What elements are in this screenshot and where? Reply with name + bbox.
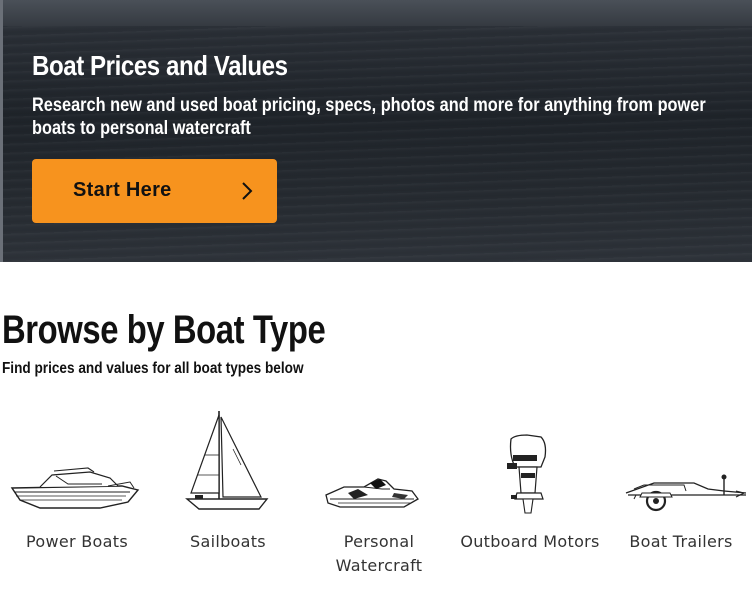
start-here-button[interactable]: Start Here <box>32 159 277 223</box>
power-boat-icon <box>10 467 140 509</box>
boat-type-label: Outboard Motors <box>460 532 600 551</box>
hero-edge-divider <box>0 0 3 262</box>
boat-type-label: Personal Watercraft <box>335 532 423 575</box>
boat-type-power-boats[interactable]: Power Boats <box>2 405 152 585</box>
sailboat-icon <box>185 411 269 510</box>
personal-watercraft-icon <box>325 478 419 508</box>
chevron-right-icon <box>242 182 253 200</box>
boat-type-sailboats[interactable]: Sailboats <box>153 405 303 585</box>
hero-subtitle: Research new and used boat pricing, spec… <box>32 95 706 139</box>
boat-type-personal-watercraft[interactable]: Personal Watercraft <box>304 405 454 585</box>
browse-subtitle: Find prices and values for all boat type… <box>2 360 304 377</box>
hero-background-strip <box>0 0 752 26</box>
boat-type-label: Boat Trailers <box>629 532 733 551</box>
start-here-label: Start Here <box>73 179 172 201</box>
outboard-motor-icon <box>507 434 547 514</box>
boat-type-boat-trailers[interactable]: Boat Trailers <box>606 405 752 585</box>
hero-banner: Boat Prices and Values Research new and … <box>0 0 752 262</box>
boat-type-label: Sailboats <box>190 532 266 551</box>
browse-title: Browse by Boat Type <box>2 308 326 352</box>
hero-title: Boat Prices and Values <box>32 50 288 81</box>
boat-type-outboard-motors[interactable]: Outboard Motors <box>455 405 605 585</box>
boat-trailer-icon <box>625 474 747 512</box>
boat-type-label: Power Boats <box>26 532 128 551</box>
